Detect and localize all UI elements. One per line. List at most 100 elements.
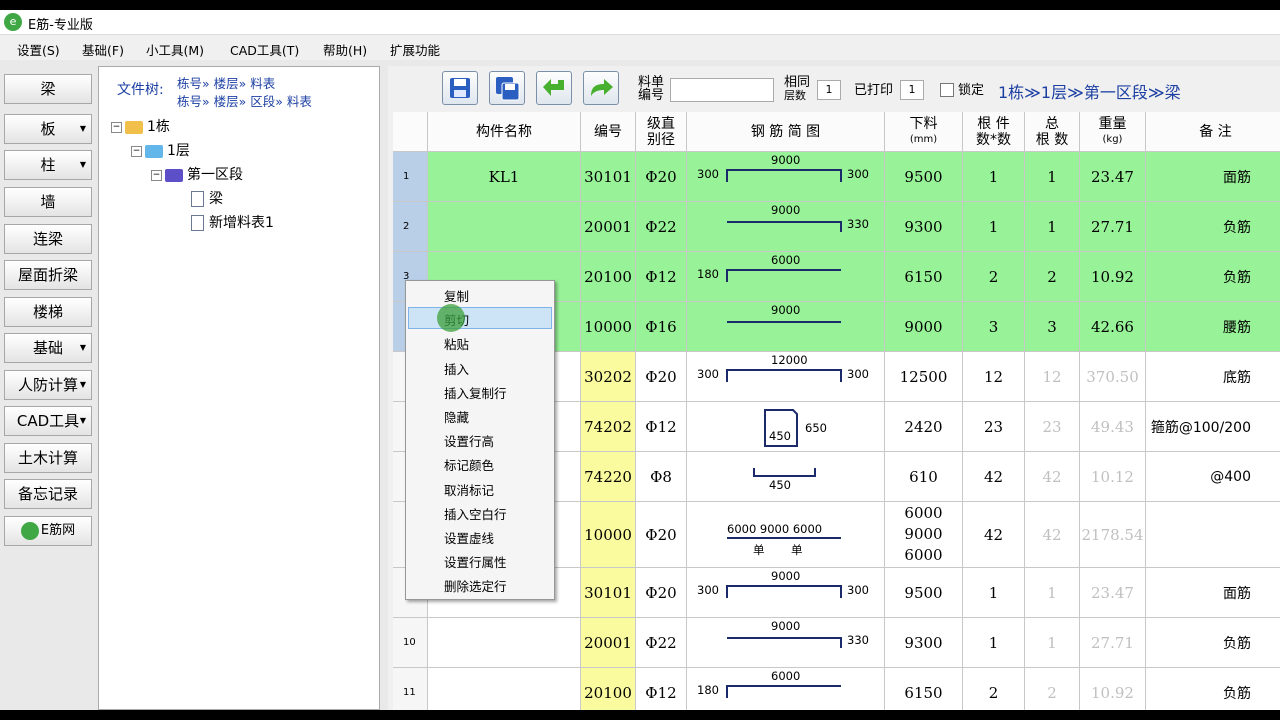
cell-name[interactable] <box>428 202 581 252</box>
cell-note[interactable]: 负筋 <box>1146 202 1280 252</box>
cell-name[interactable] <box>428 668 581 710</box>
cell-code[interactable]: 10000 <box>581 502 636 568</box>
cell-count[interactable]: 2 <box>963 668 1025 710</box>
context-menu-item[interactable]: 设置行属性 <box>444 552 507 571</box>
cell-note[interactable]: 面筋 <box>1146 568 1280 618</box>
cell-count[interactable]: 42 <box>963 452 1025 502</box>
cell-grade[interactable]: Φ8 <box>636 452 687 502</box>
cell-code[interactable]: 20001 <box>581 618 636 668</box>
cell-weight[interactable]: 370.50 <box>1080 352 1146 402</box>
context-menu-item[interactable]: 取消标记 <box>444 480 494 499</box>
cell-cut-length[interactable]: 9500 <box>885 152 963 202</box>
col-header-total[interactable]: 总根 数 <box>1025 112 1080 152</box>
cell-weight[interactable]: 42.66 <box>1080 302 1146 352</box>
cell-sketch[interactable]: 6000 180 <box>687 668 885 710</box>
sidebar-btn-slab[interactable]: 板 ▼ <box>4 114 92 144</box>
col-header-count[interactable]: 根 件数*数 <box>963 112 1025 152</box>
col-header-name[interactable]: 构件名称 <box>428 112 581 152</box>
cell-count[interactable]: 1 <box>963 618 1025 668</box>
cell-count[interactable]: 3 <box>963 302 1025 352</box>
cell-note[interactable]: 负筋 <box>1146 252 1280 302</box>
lock-checkbox[interactable] <box>940 83 954 97</box>
cell-total[interactable]: 2 <box>1025 668 1080 710</box>
cell-code[interactable]: 20001 <box>581 202 636 252</box>
same-floors-input[interactable]: 1 <box>817 80 841 100</box>
sidebar-btn-cad-tools[interactable]: CAD工具 ▼ <box>4 406 92 436</box>
cell-weight[interactable]: 10.92 <box>1080 252 1146 302</box>
cell-cut-length[interactable]: 9000 <box>885 302 963 352</box>
cell-grade[interactable]: Φ22 <box>636 202 687 252</box>
sidebar-btn-column[interactable]: 柱 ▼ <box>4 150 92 180</box>
cell-note[interactable]: 箍筋@100/200 <box>1146 402 1280 452</box>
cell-weight[interactable]: 27.71 <box>1080 202 1146 252</box>
menu-cad-tools[interactable]: CAD工具(T) <box>230 40 299 59</box>
cell-sketch[interactable]: 6000 180 <box>687 252 885 302</box>
context-menu-item[interactable]: 插入空白行 <box>444 504 507 523</box>
cell-cut-length[interactable]: 9300 <box>885 618 963 668</box>
cell-total[interactable]: 1 <box>1025 618 1080 668</box>
cell-total[interactable]: 1 <box>1025 202 1080 252</box>
redo-button[interactable] <box>583 71 619 105</box>
cell-note[interactable] <box>1146 502 1280 568</box>
cell-count[interactable]: 1 <box>963 568 1025 618</box>
col-header-weight[interactable]: 重量 (kg) <box>1080 112 1146 152</box>
cell-note[interactable]: 面筋 <box>1146 152 1280 202</box>
cell-total[interactable]: 3 <box>1025 302 1080 352</box>
menu-basic[interactable]: 基础(F) <box>82 40 124 59</box>
col-header-cut-length[interactable]: 下料 (mm) <box>885 112 963 152</box>
row-number-cell[interactable]: 2 <box>393 202 428 252</box>
sidebar-btn-foundation[interactable]: 基础 ▼ <box>4 333 92 363</box>
cell-weight[interactable]: 2178.54 <box>1080 502 1146 568</box>
cell-grade[interactable]: Φ12 <box>636 668 687 710</box>
cell-weight[interactable]: 27.71 <box>1080 618 1146 668</box>
menu-help[interactable]: 帮助(H) <box>323 40 367 59</box>
context-menu-item[interactable]: 复制 <box>444 286 469 305</box>
cell-sketch[interactable]: 9000 330 <box>687 618 885 668</box>
cell-total[interactable]: 12 <box>1025 352 1080 402</box>
cell-grade[interactable]: Φ16 <box>636 302 687 352</box>
row-number-cell[interactable]: 1 <box>393 152 428 202</box>
col-header-grade[interactable]: 级直 别径 <box>636 112 687 152</box>
cell-count[interactable]: 12 <box>963 352 1025 402</box>
cell-count[interactable]: 42 <box>963 502 1025 568</box>
tree-node-section[interactable]: − 第一区段 <box>151 164 243 184</box>
sidebar-btn-coupling-beam[interactable]: 连梁 <box>4 224 92 254</box>
cell-grade[interactable]: Φ12 <box>636 252 687 302</box>
context-menu-item[interactable]: 标记颜色 <box>444 455 494 474</box>
cell-cut-length[interactable]: 6000 9000 6000 <box>885 502 963 568</box>
cell-sketch[interactable]: 9000 330 <box>687 202 885 252</box>
sidebar-btn-stairs[interactable]: 楼梯 <box>4 297 92 327</box>
sidebar-btn-memo[interactable]: 备忘记录 <box>4 479 92 509</box>
cell-name[interactable]: KL1 <box>428 152 581 202</box>
cell-name[interactable] <box>428 618 581 668</box>
collapse-icon[interactable]: − <box>151 169 162 181</box>
cell-cut-length[interactable]: 9500 <box>885 568 963 618</box>
tree-node-floor[interactable]: − 1层 <box>131 140 190 160</box>
cell-count[interactable]: 23 <box>963 402 1025 452</box>
cell-note[interactable]: 负筋 <box>1146 618 1280 668</box>
cell-sketch[interactable]: 9000 300 300 <box>687 152 885 202</box>
sidebar-btn-beam[interactable]: 梁 <box>4 74 92 104</box>
row-number-cell[interactable]: 10 <box>393 618 428 668</box>
context-menu-item[interactable]: 设置虚线 <box>444 528 494 547</box>
cell-cut-length[interactable]: 2420 <box>885 402 963 452</box>
cell-grade[interactable]: Φ20 <box>636 502 687 568</box>
cell-cut-length[interactable]: 6150 <box>885 668 963 710</box>
context-menu-item[interactable]: 设置行高 <box>444 431 494 450</box>
cell-weight[interactable]: 10.12 <box>1080 452 1146 502</box>
collapse-icon[interactable]: − <box>131 145 142 157</box>
cell-note[interactable]: 底筋 <box>1146 352 1280 402</box>
cell-code[interactable]: 30101 <box>581 152 636 202</box>
cell-code[interactable]: 20100 <box>581 668 636 710</box>
cell-note[interactable]: 负筋 <box>1146 668 1280 710</box>
cell-grade[interactable]: Φ22 <box>636 618 687 668</box>
cell-sketch[interactable]: 450 650 <box>687 402 885 452</box>
col-header-sketch[interactable]: 钢 筋 简 图 <box>687 112 885 152</box>
cell-sketch[interactable]: 450 <box>687 452 885 502</box>
cell-grade[interactable]: Φ12 <box>636 402 687 452</box>
cell-cut-length[interactable]: 610 <box>885 452 963 502</box>
sheet-no-input[interactable] <box>670 78 774 102</box>
context-menu-item[interactable]: 隐藏 <box>444 407 469 426</box>
save-all-button[interactable] <box>489 71 525 105</box>
sidebar-btn-wall[interactable]: 墙 <box>4 187 92 217</box>
